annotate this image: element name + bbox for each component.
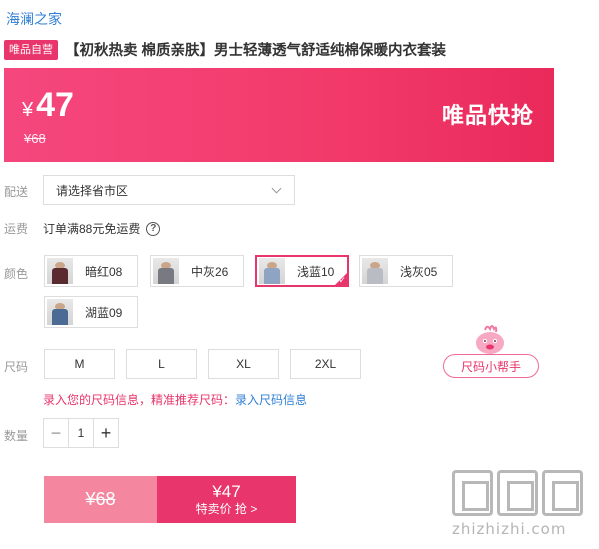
currency-symbol: ¥ bbox=[22, 99, 34, 121]
color-option-label: 浅蓝10 bbox=[297, 264, 335, 279]
delivery-label: 配送 bbox=[4, 185, 29, 199]
size-option-xl[interactable]: XL bbox=[208, 349, 279, 379]
region-select-value: 请选择省市区 bbox=[56, 183, 129, 198]
buy-bar: ¥68 ¥47 特卖价 抢 > bbox=[44, 476, 296, 523]
price-banner: ¥ 47 ¥68 唯品快抢 bbox=[4, 68, 554, 162]
size-tip: 录入您的尺码信息，精准推荐尺码：录入尺码信息 bbox=[43, 391, 307, 408]
size-option-2xl[interactable]: 2XL bbox=[290, 349, 361, 379]
quantity-decrease-button[interactable]: − bbox=[44, 419, 68, 447]
original-price: ¥68 bbox=[24, 131, 46, 146]
color-option-label: 湖蓝09 bbox=[85, 305, 123, 320]
color-thumbnail bbox=[259, 258, 285, 284]
color-option[interactable]: 暗红08 bbox=[44, 255, 138, 287]
shipping-label: 运费 bbox=[4, 222, 29, 236]
site-watermark: zhizhizhi.com bbox=[452, 470, 592, 546]
size-option-l[interactable]: L bbox=[126, 349, 197, 379]
size-helper-label: 尺码小帮手 bbox=[443, 354, 539, 378]
shipping-info: 订单满88元免运费 ? bbox=[43, 220, 161, 237]
color-option[interactable]: 中灰26 bbox=[150, 255, 244, 287]
size-label: 尺码 bbox=[4, 360, 29, 374]
chevron-down-icon bbox=[271, 183, 282, 194]
quantity-label: 数量 bbox=[4, 429, 29, 443]
quantity-stepper: − 1 + bbox=[43, 418, 119, 448]
product-title-row: 唯品自营 【初秋热卖 棉质亲肤】男士轻薄透气舒适纯棉保暖内衣套装 bbox=[4, 39, 446, 60]
banner-price: ¥ 47 bbox=[22, 86, 74, 125]
store-name-link[interactable]: 海澜之家 bbox=[6, 9, 62, 29]
color-label: 颜色 bbox=[4, 267, 29, 281]
color-option-label: 暗红08 bbox=[85, 264, 123, 279]
enter-size-link[interactable]: 录入尺码信息 bbox=[235, 393, 307, 407]
watermark-logo-icon bbox=[452, 470, 592, 516]
product-title: 【初秋热卖 棉质亲肤】男士轻薄透气舒适纯棉保暖内衣套装 bbox=[65, 43, 447, 59]
color-option[interactable]: 浅蓝10 ✓ bbox=[255, 255, 349, 287]
color-thumbnail bbox=[47, 258, 73, 284]
flash-sale-label: 唯品快抢 bbox=[441, 103, 534, 128]
mascot-icon bbox=[476, 325, 504, 354]
color-option-label: 浅灰05 bbox=[400, 264, 438, 279]
color-thumbnail bbox=[362, 258, 388, 284]
check-icon: ✓ bbox=[338, 275, 346, 285]
buy-original-price: ¥68 bbox=[44, 476, 157, 523]
buy-now-button[interactable]: ¥47 特卖价 抢 > bbox=[157, 476, 296, 523]
color-option-label: 中灰26 bbox=[191, 264, 229, 279]
color-option[interactable]: 浅灰05 bbox=[359, 255, 453, 287]
watermark-text: zhizhizhi.com bbox=[452, 520, 567, 538]
buy-price: ¥47 bbox=[212, 482, 241, 501]
color-option[interactable]: 湖蓝09 bbox=[44, 296, 138, 328]
color-thumbnail bbox=[153, 258, 179, 284]
buy-action-label: 特卖价 抢 > bbox=[195, 502, 258, 516]
quantity-input[interactable]: 1 bbox=[68, 419, 94, 447]
size-helper-button[interactable]: 尺码小帮手 bbox=[443, 324, 539, 380]
shipping-text: 订单满88元免运费 bbox=[43, 222, 141, 236]
size-tip-text: 录入您的尺码信息，精准推荐尺码： bbox=[43, 393, 236, 407]
size-option-m[interactable]: M bbox=[44, 349, 115, 379]
help-icon[interactable]: ? bbox=[146, 221, 161, 236]
color-thumbnail bbox=[47, 299, 73, 325]
self-operated-badge: 唯品自营 bbox=[4, 39, 58, 60]
quantity-increase-button[interactable]: + bbox=[94, 419, 118, 447]
sale-price: 47 bbox=[36, 86, 74, 124]
region-select[interactable]: 请选择省市区 bbox=[43, 175, 295, 205]
